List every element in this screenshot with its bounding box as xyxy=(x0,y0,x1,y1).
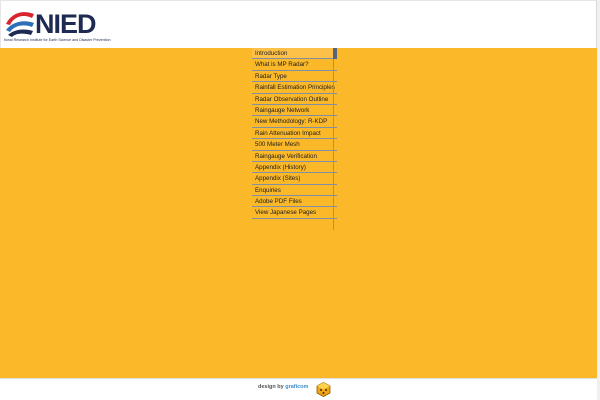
menu-divider xyxy=(333,48,336,230)
nav-menu: Introduction What is MP Radar? Radar Typ… xyxy=(252,48,337,219)
menu-item-radar-type[interactable]: Radar Type xyxy=(252,71,337,83)
menu-item-appendix-history[interactable]: Appendix (History) xyxy=(252,162,337,174)
nied-logo[interactable]: NIED tional Research Institute for Earth… xyxy=(4,8,114,46)
menu-item-what-is-mp-radar[interactable]: What is MP Radar? xyxy=(252,59,337,71)
menu-active-marker xyxy=(333,48,337,59)
menu-item-raingauge-verification[interactable]: Raingauge Verification xyxy=(252,151,337,162)
menu-item-view-japanese-pages[interactable]: View Japanese Pages xyxy=(252,207,337,219)
menu-item-rainfall-estimation[interactable]: Rainfall Estimation Principles xyxy=(252,82,337,94)
menu-item-rain-attenuation[interactable]: Rain Attenuation Impact xyxy=(252,128,337,140)
footer: design by graficom xyxy=(0,378,597,400)
menu-item-enquiries[interactable]: Enquiries xyxy=(252,185,337,197)
menu-item-adobe-pdf-files[interactable]: Adobe PDF Files xyxy=(252,196,337,208)
header: NIED tional Research Institute for Earth… xyxy=(0,0,597,48)
graficom-logo-icon[interactable] xyxy=(316,382,331,397)
menu-item-appendix-sites[interactable]: Appendix (Sites) xyxy=(252,173,337,185)
menu-item-introduction[interactable]: Introduction xyxy=(252,48,337,60)
main-content: Introduction What is MP Radar? Radar Typ… xyxy=(0,48,597,378)
nied-wave-icon xyxy=(6,12,34,37)
design-credit[interactable]: design by graficom xyxy=(258,384,308,390)
menu-item-500-meter-mesh[interactable]: 500 Meter Mesh xyxy=(252,139,337,151)
menu-item-radar-observation-outline[interactable]: Radar Observation Outline xyxy=(252,94,337,105)
menu-item-raingauge-network[interactable]: Raingauge Network xyxy=(252,105,337,117)
logo-subtitle: tional Research Institute for Earth Scie… xyxy=(4,38,111,42)
page: NIED tional Research Institute for Earth… xyxy=(0,0,600,400)
logo-wordmark: NIED xyxy=(35,9,97,39)
credit-prefix: design by xyxy=(258,384,284,390)
menu-item-new-methodology[interactable]: New Methodology: R-KDP xyxy=(252,116,337,128)
credit-brand: graficom xyxy=(285,384,309,390)
